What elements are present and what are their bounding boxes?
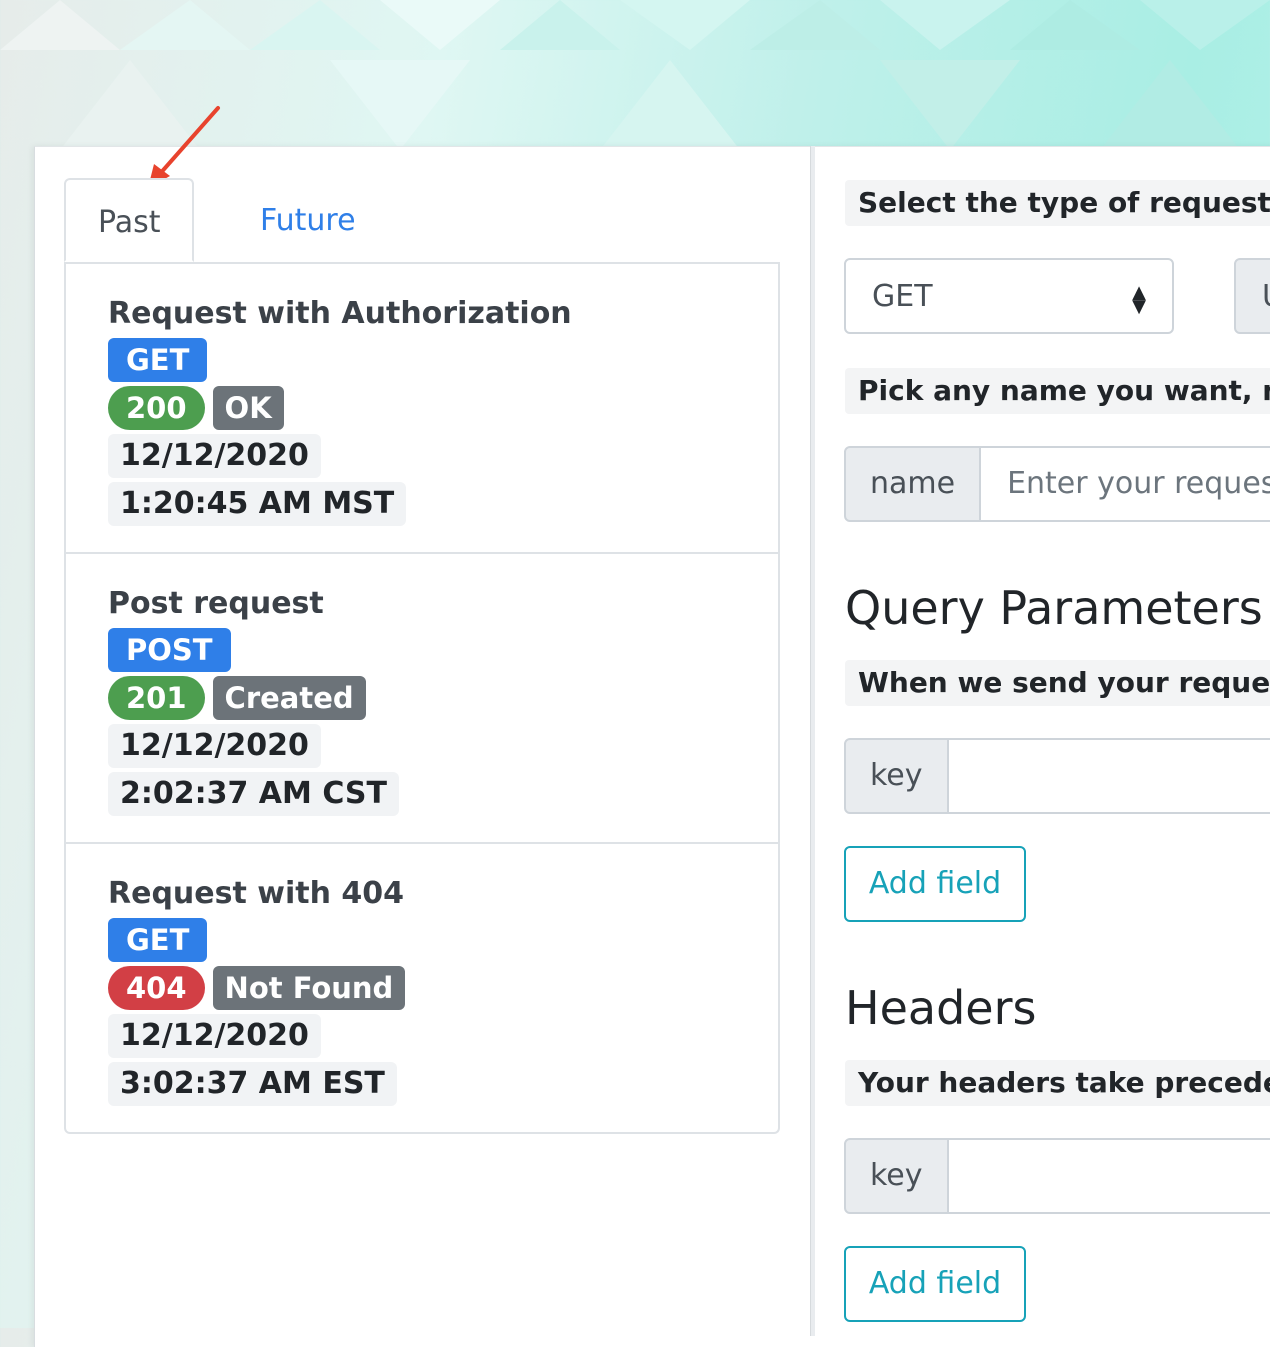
status-text-badge: Not Found xyxy=(212,966,406,1010)
status-code-badge: 404 xyxy=(108,966,205,1010)
query-parameters-hint: When we send your request, xyxy=(845,660,1270,706)
query-param-row: key xyxy=(844,738,1270,814)
list-item[interactable]: Request with 404 GET 404 Not Found 12/12… xyxy=(66,842,778,1132)
method-select-value: GET xyxy=(872,279,933,314)
request-date: 12/12/2020 xyxy=(108,724,321,768)
tab-future[interactable]: Future xyxy=(228,178,388,262)
headers-heading: Headers xyxy=(845,981,1037,1035)
request-time: 1:20:45 AM MST xyxy=(108,482,407,526)
status-code-badge: 200 xyxy=(108,386,205,430)
request-title: Request with Authorization xyxy=(108,296,572,331)
status-code-badge: 201 xyxy=(108,676,205,720)
request-name-hint: Pick any name you want, ma xyxy=(845,368,1270,414)
method-select[interactable]: GET ▲ ▼ xyxy=(844,258,1174,334)
header-row: key xyxy=(844,1138,1270,1214)
request-name-input[interactable]: Enter your request xyxy=(981,446,1270,522)
url-input-partial[interactable]: U xyxy=(1234,258,1270,334)
tab-past[interactable]: Past xyxy=(64,178,194,262)
name-label: name xyxy=(844,446,982,522)
header-key-label: key xyxy=(844,1138,949,1214)
request-time: 3:02:37 AM EST xyxy=(108,1062,397,1106)
headers-hint: Your headers take preceden xyxy=(845,1060,1270,1106)
add-header-field-button[interactable]: Add field xyxy=(844,1246,1026,1322)
request-date: 12/12/2020 xyxy=(108,434,321,478)
list-item[interactable]: Request with Authorization GET 200 OK 12… xyxy=(66,262,778,552)
query-parameters-heading: Query Parameters xyxy=(845,581,1263,635)
query-key-label: key xyxy=(844,738,949,814)
query-key-input[interactable] xyxy=(948,738,1270,814)
request-date: 12/12/2020 xyxy=(108,1014,321,1058)
status-text-badge: OK xyxy=(212,386,284,430)
panel-divider xyxy=(810,146,815,1336)
status-text-badge: Created xyxy=(212,676,366,720)
request-name-group: name Enter your request xyxy=(844,446,1270,522)
list-item[interactable]: Post request POST 201 Created 12/12/2020… xyxy=(66,552,778,842)
header-key-input[interactable] xyxy=(948,1138,1270,1214)
method-badge: GET xyxy=(108,338,208,382)
request-type-hint: Select the type of request to xyxy=(845,180,1270,226)
request-title: Request with 404 xyxy=(108,876,405,911)
history-tabs: Past Future xyxy=(64,178,780,264)
request-history-list: Request with Authorization GET 200 OK 12… xyxy=(64,262,780,1134)
add-query-field-button[interactable]: Add field xyxy=(844,846,1026,922)
request-title: Post request xyxy=(108,586,324,621)
method-badge: GET xyxy=(108,918,208,962)
request-time: 2:02:37 AM CST xyxy=(108,772,399,816)
method-badge: POST xyxy=(108,628,231,672)
